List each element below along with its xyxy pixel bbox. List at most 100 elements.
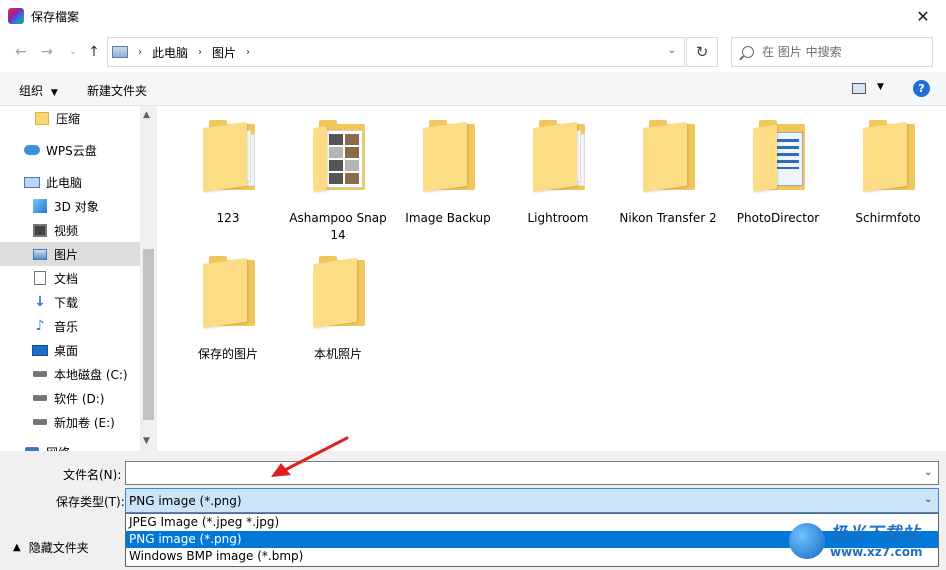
folder-item-photodirector[interactable]: PhotoDirector	[723, 106, 833, 240]
folder-label: 本机照片	[313, 347, 362, 361]
sidebar-item-desktop[interactable]: 桌面	[0, 338, 140, 362]
filename-input[interactable]	[125, 461, 939, 485]
sidebar-item-drive-d[interactable]: 软件 (D:)	[0, 386, 140, 410]
sidebar-item-label: 视频	[54, 223, 79, 238]
folder-icon	[203, 256, 255, 328]
cloud-icon	[24, 145, 40, 155]
folder-icon	[533, 120, 585, 192]
sidebar-item-compress[interactable]: 压缩	[0, 106, 140, 130]
sidebar-item-label: WPS云盘	[46, 143, 97, 158]
folder-item-ashampoo[interactable]: Ashampoo Snap 14	[283, 106, 393, 242]
chevron-up-icon: ▲	[13, 542, 21, 553]
watermark-logo-icon	[789, 523, 825, 559]
search-input[interactable]	[762, 45, 922, 59]
folder-item-saved-pictures[interactable]: 保存的图片	[173, 242, 283, 376]
sidebar-item-label: 下载	[54, 295, 79, 310]
folder-label: Image Backup	[405, 211, 491, 225]
music-icon: ♪	[35, 318, 45, 334]
filetype-selected-value: PNG image (*.png)	[129, 493, 242, 508]
sidebar-item-network[interactable]: 网络	[0, 440, 140, 451]
caret-down-icon: ▼	[50, 88, 58, 98]
window-title: 保存檔案	[31, 10, 80, 24]
folder-label: Nikon Transfer 2	[619, 211, 717, 225]
sidebar-item-documents[interactable]: 文档	[0, 266, 140, 290]
sidebar-item-videos[interactable]: 视频	[0, 218, 140, 242]
chevron-down-icon[interactable]: ⌄	[668, 45, 676, 56]
watermark-url: www.xz7.com	[830, 545, 923, 559]
app-icon	[8, 8, 24, 24]
annotation-arrow-icon	[271, 436, 349, 477]
chevron-right-icon[interactable]: ›	[138, 47, 142, 58]
folder-label: Schirmfoto	[855, 211, 921, 225]
refresh-icon[interactable]: ↻	[686, 37, 718, 67]
chevron-right-icon[interactable]: ›	[198, 47, 202, 58]
view-options-icon[interactable]	[852, 83, 866, 94]
folder-icon	[423, 120, 475, 192]
address-bar[interactable]: › 此电脑 › 图片 › ⌄	[107, 37, 685, 67]
caret-down-icon[interactable]: ▼	[877, 82, 884, 92]
new-folder-button[interactable]: 新建文件夹	[87, 82, 147, 99]
drive-icon	[33, 371, 47, 377]
folder-item-schirmfoto[interactable]: Schirmfoto	[833, 106, 943, 240]
sidebar-item-label: 压缩	[56, 111, 81, 126]
scrollbar-thumb[interactable]	[143, 249, 154, 420]
sidebar-item-label: 网络	[46, 444, 70, 452]
sidebar-scrollbar[interactable]: ▲ ▼	[140, 106, 157, 451]
sidebar-item-drive-e[interactable]: 新加卷 (E:)	[0, 410, 140, 434]
sidebar-item-music[interactable]: ♪ 音乐	[0, 314, 140, 338]
chevron-right-icon[interactable]: ›	[246, 47, 250, 58]
chevron-down-icon[interactable]: ⌄	[924, 494, 932, 505]
drive-icon	[33, 395, 47, 401]
organize-label: 组织	[19, 84, 44, 98]
search-icon	[742, 46, 754, 58]
sidebar-item-label: 此电脑	[46, 175, 83, 190]
folder-icon	[313, 120, 365, 192]
folder-label: Ashampoo Snap 14	[289, 211, 387, 242]
sidebar-item-this-pc[interactable]: 此电脑	[0, 170, 140, 194]
chevron-down-icon[interactable]: ⌄	[924, 467, 932, 478]
folder-item-lightroom[interactable]: Lightroom	[503, 106, 613, 240]
sidebar-item-downloads[interactable]: ↓ 下载	[0, 290, 140, 314]
close-icon[interactable]: ✕	[900, 0, 946, 32]
folder-item-camera-roll[interactable]: 本机照片	[283, 242, 393, 376]
pictures-icon	[112, 46, 128, 58]
drive-icon	[33, 419, 47, 425]
navigation-pane: 压缩 WPS云盘 此电脑 3D 对象 视频 图片 文档 ↓ 下载 ♪ 音乐 桌面…	[0, 106, 157, 451]
search-box[interactable]	[731, 37, 933, 67]
sidebar-item-label: 本地磁盘 (C:)	[54, 367, 128, 382]
sidebar-item-label: 桌面	[54, 343, 79, 358]
sidebar-item-label: 软件 (D:)	[54, 391, 105, 406]
folder-icon	[643, 120, 695, 192]
scroll-down-icon[interactable]: ▼	[143, 436, 150, 446]
hide-folders-button[interactable]: ▲ 隐藏文件夹	[13, 539, 89, 556]
recent-chevron-down-icon[interactable]: ⌄	[63, 42, 83, 62]
help-icon[interactable]: ?	[913, 80, 930, 97]
folder-icon	[35, 111, 49, 125]
scroll-up-icon[interactable]: ▲	[143, 110, 150, 120]
breadcrumb-this-pc[interactable]: 此电脑	[152, 44, 188, 61]
sidebar-item-label: 新加卷 (E:)	[54, 415, 115, 430]
organize-menu-button[interactable]: 组织 ▼	[19, 82, 58, 99]
download-icon: ↓	[34, 294, 46, 310]
pc-icon	[24, 176, 40, 188]
sidebar-item-pictures[interactable]: 图片	[0, 242, 140, 266]
folder-label: 保存的图片	[197, 347, 258, 361]
back-arrow-icon[interactable]: ←	[11, 42, 31, 62]
document-icon	[34, 271, 46, 285]
video-icon	[33, 223, 47, 237]
forward-arrow-icon[interactable]: →	[37, 42, 57, 62]
up-arrow-icon[interactable]: ↑	[84, 42, 104, 62]
sidebar-item-3d-objects[interactable]: 3D 对象	[0, 194, 140, 218]
pictures-icon	[33, 248, 47, 260]
folder-item-123[interactable]: 123	[173, 106, 283, 240]
sidebar-item-wps-cloud[interactable]: WPS云盘	[0, 138, 140, 162]
folder-item-image-backup[interactable]: Image Backup	[393, 106, 503, 240]
file-list: 123 Ashampoo Snap 14 Image Backup Lightr…	[157, 106, 946, 451]
filetype-select[interactable]: PNG image (*.png)	[125, 488, 939, 513]
folder-item-nikon-transfer[interactable]: Nikon Transfer 2	[613, 106, 723, 240]
navigation-bar: ← → ⌄ ↑ › 此电脑 › 图片 › ⌄ ↻	[0, 34, 946, 70]
folder-label: 123	[216, 211, 240, 225]
breadcrumb-pictures[interactable]: 图片	[212, 44, 236, 61]
filename-label: 文件名(N):	[63, 468, 122, 482]
sidebar-item-drive-c[interactable]: 本地磁盘 (C:)	[0, 362, 140, 386]
